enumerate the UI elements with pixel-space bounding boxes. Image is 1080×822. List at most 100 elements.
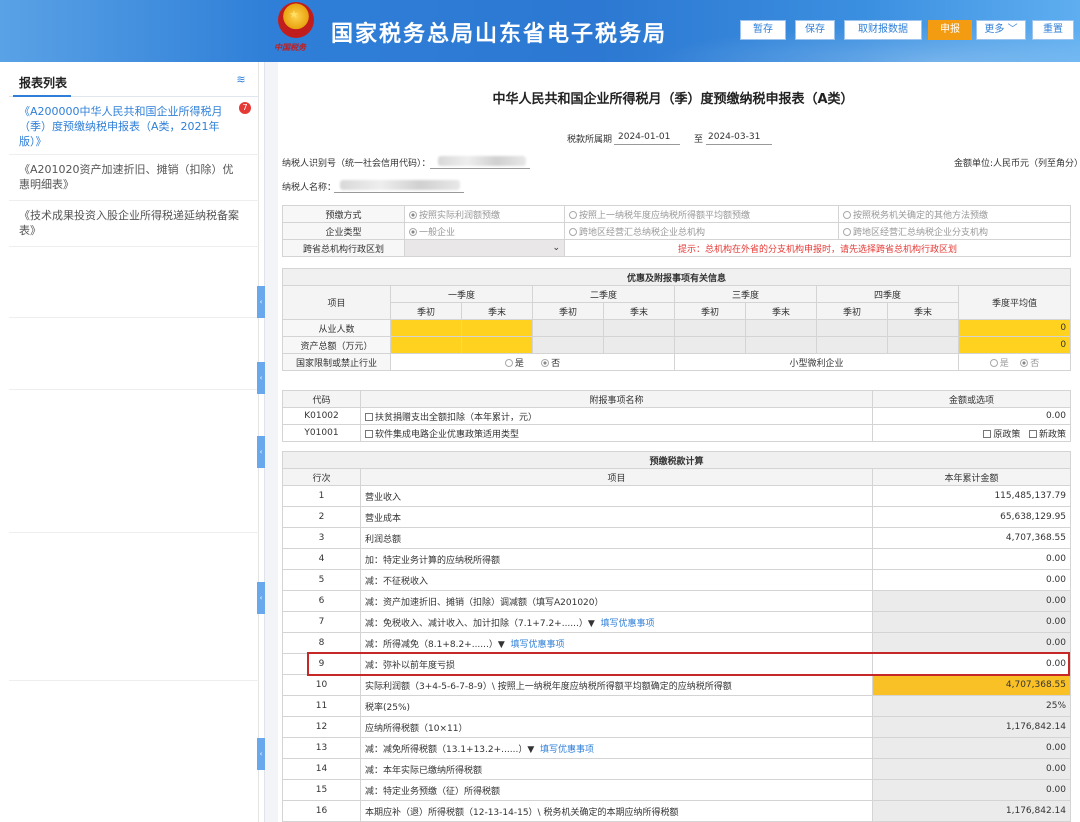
- assets-q1-end-input[interactable]: [461, 336, 533, 354]
- software-ic-checkbox[interactable]: [365, 429, 373, 438]
- small-no-radio[interactable]: [1020, 358, 1029, 367]
- fill-preference-link[interactable]: 填写优惠事项: [601, 619, 655, 629]
- collapse-handle[interactable]: ‹: [257, 436, 265, 468]
- table-row-line: 4: [282, 548, 361, 570]
- preferential-info-table: 优惠及附报事项有关信息 项目 一季度 二季度 三季度 四季度 季度平均值 季初 …: [281, 268, 1072, 371]
- attach-code-header: 代码: [282, 390, 361, 408]
- table-row-item[interactable]: 减：免税收入、减计收入、加计扣除（7.1+7.2+......）▼ 填写优惠事项: [360, 611, 873, 633]
- poverty-donation-checkbox[interactable]: [365, 412, 373, 421]
- sidebar-separator: [9, 389, 259, 390]
- table-row-amount[interactable]: 65,638,129.95: [871, 506, 1072, 528]
- employees-q1-start-input[interactable]: [390, 319, 462, 337]
- employees-q3-start-cell: [674, 319, 746, 337]
- table-row-amount[interactable]: 4,707,368.55: [871, 527, 1072, 549]
- restricted-industry-options[interactable]: 是 否: [390, 353, 675, 371]
- period-start-field[interactable]: 2024-01-01: [618, 132, 670, 142]
- sidebar-item-tech-investment[interactable]: 《技术成果投资入股企业所得税递延纳税备案表》: [19, 208, 241, 238]
- small-yes-radio[interactable]: [989, 358, 998, 367]
- collapse-handle[interactable]: ‹: [257, 738, 265, 770]
- field-underline: [334, 192, 464, 193]
- new-policy-checkbox[interactable]: [1028, 429, 1037, 438]
- calc-line-header: 行次: [282, 468, 361, 486]
- table-row-line: 12: [282, 716, 361, 738]
- attach-value[interactable]: 0.00: [872, 407, 1071, 425]
- table-row-amount: 0.00: [871, 758, 1072, 780]
- table-row-amount[interactable]: 0.00: [871, 548, 1072, 570]
- collapse-handle[interactable]: ‹: [257, 286, 265, 318]
- assets-q1-start-input[interactable]: [390, 336, 462, 354]
- table-row-amount: 4,707,368.55: [871, 674, 1072, 696]
- type-option-hq[interactable]: 跨地区经营汇总纳税企业总机构: [564, 222, 839, 240]
- q-start-header: 季初: [390, 302, 462, 320]
- attach-code: Y01001: [282, 424, 361, 442]
- declare-button[interactable]: 申报: [928, 20, 972, 40]
- sidebar-title: 报表列表: [19, 76, 68, 90]
- type-option-branch[interactable]: 跨地区经营汇总纳税企业分支机构: [838, 222, 1071, 240]
- quarter-4-header: 四季度: [816, 285, 959, 303]
- employees-q1-end-input[interactable]: [461, 319, 533, 337]
- region-label: 跨省总机构行政区划: [282, 239, 405, 257]
- form-title: 中华人民共和国企业所得税月（季）度预缴纳税申报表（A类）: [492, 92, 854, 107]
- assets-q3-end-cell: [745, 336, 817, 354]
- method-option-other[interactable]: 按照税务机关确定的其他方法预缴: [838, 205, 1071, 223]
- period-end-field[interactable]: 2024-03-31: [708, 132, 760, 142]
- taxpayer-name-label: 纳税人名称：: [282, 183, 337, 193]
- sidebar-separator: [9, 200, 259, 201]
- save-button[interactable]: 保存: [795, 20, 835, 40]
- fetch-financial-data-button[interactable]: 取财报数据: [844, 20, 922, 40]
- table-row-line: 13: [282, 737, 361, 759]
- assets-q4-end-cell: [887, 336, 959, 354]
- assets-q4-start-cell: [816, 336, 888, 354]
- attach-name[interactable]: 扶贫捐赠支出全额扣除（本年累计，元）: [360, 407, 873, 425]
- attach-code: K01002: [282, 407, 361, 425]
- table-row-amount: 1,176,842.14: [871, 800, 1072, 822]
- hold-button[interactable]: 暂存: [740, 20, 786, 40]
- table-row-amount: 25%: [871, 695, 1072, 717]
- table-row-item: 应纳所得税额（10×11）: [360, 716, 873, 738]
- calc-item-header: 项目: [360, 468, 873, 486]
- method-option-average[interactable]: 按照上一纳税年度应纳税所得额平均额预缴: [564, 205, 839, 223]
- restricted-industry-label: 国家限制或禁止行业: [282, 353, 391, 371]
- old-policy-checkbox[interactable]: [983, 429, 992, 438]
- attached-items-table: 代码 附报事项名称 金额或选项 K01002 扶贫捐赠支出全额扣除（本年累计，元…: [282, 390, 1071, 442]
- error-count-badge: 7: [239, 102, 251, 114]
- method-option-actual[interactable]: 按照实际利润额预缴: [404, 205, 565, 223]
- reset-button[interactable]: 重置: [1032, 20, 1074, 40]
- fill-preference-link[interactable]: 填写优惠事项: [540, 745, 594, 755]
- fill-preference-link[interactable]: 填写优惠事项: [511, 640, 565, 650]
- table-row-line: 16: [282, 800, 361, 822]
- table-row-line: 1: [282, 485, 361, 507]
- assets-q2-end-cell: [603, 336, 675, 354]
- field-underline: [706, 144, 772, 145]
- table-row-amount: 0.00: [871, 779, 1072, 801]
- small-enterprise-options[interactable]: 是 否: [957, 353, 1072, 371]
- employees-label: 从业人数: [282, 319, 391, 337]
- table-row-line: 6: [282, 590, 361, 612]
- table-row-line: 11: [282, 695, 361, 717]
- employees-q3-end-cell: [745, 319, 817, 337]
- attach-name[interactable]: 软件集成电路企业优惠政策适用类型: [360, 424, 873, 442]
- table-row-amount[interactable]: 0.00: [871, 569, 1072, 591]
- table-row-line: 2: [282, 506, 361, 528]
- assets-label: 资产总额（万元）: [282, 336, 391, 354]
- table-row-line: 7: [282, 611, 361, 633]
- collapse-handle[interactable]: ‹: [257, 582, 265, 614]
- quarter-3-header: 三季度: [674, 285, 817, 303]
- layers-icon[interactable]: ≋: [235, 74, 247, 86]
- table-row-line: 8: [282, 632, 361, 654]
- assets-q3-start-cell: [674, 336, 746, 354]
- collapse-handle[interactable]: ‹: [257, 362, 265, 394]
- table-row-item[interactable]: 减：减免所得税额（13.1+13.2+......）▼ 填写优惠事项: [360, 737, 873, 759]
- table-row-item[interactable]: 减：所得减免（8.1+8.2+......）▼ 填写优惠事项: [360, 632, 873, 654]
- type-option-general[interactable]: 一般企业: [404, 222, 565, 240]
- more-button[interactable]: 更多 ﹀: [976, 20, 1026, 40]
- region-select[interactable]: ⌄: [404, 239, 565, 257]
- sidebar-item-a200000[interactable]: 《A200000中华人民共和国企业所得税月（季）度预缴纳税申报表（A类，2021…: [19, 104, 241, 149]
- restricted-no-radio[interactable]: [541, 358, 550, 367]
- table-row-amount[interactable]: 115,485,137.79: [871, 485, 1072, 507]
- employees-q2-start-cell: [532, 319, 604, 337]
- table-row-amount: 0.00: [871, 611, 1072, 633]
- restricted-yes-radio[interactable]: [504, 358, 513, 367]
- sidebar-item-a201020[interactable]: 《A201020资产加速折旧、摊销（扣除）优惠明细表》: [19, 162, 241, 192]
- table-row-item: 税率(25%): [360, 695, 873, 717]
